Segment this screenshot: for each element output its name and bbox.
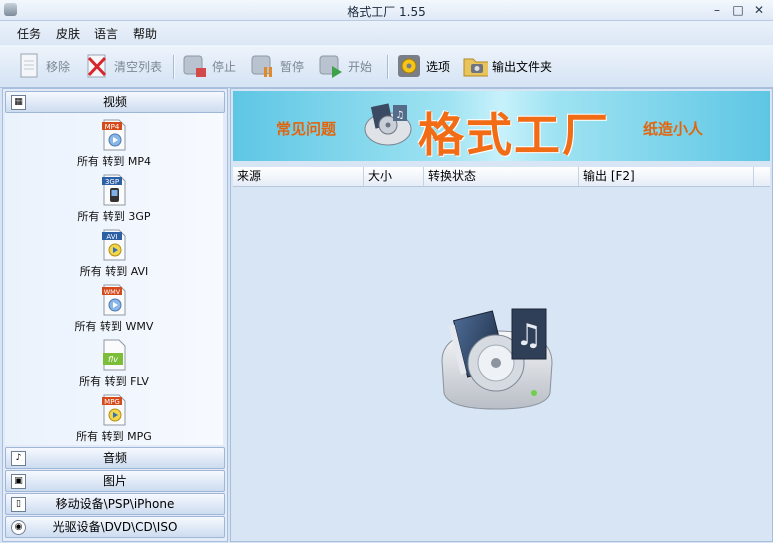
category-mobile-label: 移动设备\PSP\iPhone — [55, 497, 175, 511]
category-video[interactable]: ▦ 视频 — [5, 91, 225, 113]
picture-icon: ▣ — [11, 474, 26, 489]
format-factory-watermark-icon: ♫ — [434, 301, 564, 416]
music-note-icon: ♪ — [11, 451, 26, 466]
format-mpg-label: 所有 转到 MPG — [76, 430, 152, 443]
wmv-file-icon: WMV — [101, 284, 127, 316]
svg-text:MP4: MP4 — [105, 123, 120, 131]
start-button[interactable]: 开始 — [318, 51, 372, 81]
document-icon — [16, 53, 42, 79]
format-mp4-label: 所有 转到 MP4 — [76, 155, 152, 168]
task-table-header: 来源 大小 转换状态 输出 [F2] — [233, 167, 770, 187]
pause-icon — [250, 53, 276, 79]
format-flv[interactable]: flv 所有 转到 FLV — [5, 339, 223, 394]
title-bar: 格式工厂 1.55 – □ ✕ — [0, 0, 773, 21]
category-optical-label: 光驱设备\DVD\CD\ISO — [52, 520, 178, 534]
start-label: 开始 — [348, 59, 373, 74]
remove-button[interactable]: 移除 — [16, 51, 70, 81]
flv-file-icon: flv — [101, 339, 127, 371]
svg-text:3GP: 3GP — [105, 178, 119, 186]
3gp-file-icon: 3GP — [101, 174, 127, 206]
clear-list-label: 清空列表 — [114, 59, 163, 74]
toolbar: 移除 清空列表 停止 暂停 开始 选项 输出文件夹 — [0, 45, 773, 88]
category-video-label: 视频 — [102, 95, 127, 109]
output-folder-button[interactable]: 输出文件夹 — [462, 51, 552, 81]
video-format-list: MP4 所有 转到 MP4 3GP 所有 转到 3GP AVI 所有 转到 AV… — [5, 113, 223, 464]
menu-help[interactable]: 帮助 — [133, 25, 157, 42]
remove-label: 移除 — [46, 59, 71, 74]
minimize-button[interactable]: – — [708, 2, 726, 18]
window-title: 格式工厂 1.55 — [347, 5, 426, 19]
banner-title: 格式工厂 — [418, 108, 610, 162]
format-wmv-label: 所有 转到 WMV — [74, 320, 154, 333]
column-source[interactable]: 来源 — [233, 167, 364, 186]
banner: 常见问题 ♫ 格式工厂 纸造小人 — [233, 91, 770, 162]
format-avi-label: 所有 转到 AVI — [79, 265, 149, 278]
options-label: 选项 — [426, 59, 451, 74]
column-output[interactable]: 输出 [F2] — [579, 167, 754, 186]
faq-link[interactable]: 常见问题 — [276, 118, 336, 139]
svg-text:♫: ♫ — [396, 110, 405, 121]
svg-text:WMV: WMV — [104, 288, 121, 296]
format-3gp[interactable]: 3GP 所有 转到 3GP — [5, 174, 223, 229]
mpg-file-icon: MPG — [101, 394, 127, 426]
format-flv-label: 所有 转到 FLV — [79, 375, 149, 388]
output-folder-label: 输出文件夹 — [492, 59, 553, 74]
svg-text:MPG: MPG — [104, 398, 120, 406]
menu-language[interactable]: 语言 — [94, 25, 118, 42]
pause-label: 暂停 — [280, 59, 305, 74]
video-icon: ▦ — [11, 95, 26, 110]
category-audio-label: 音频 — [102, 451, 127, 465]
toolbar-separator — [387, 55, 389, 79]
stop-icon — [182, 53, 208, 79]
clear-list-button[interactable]: 清空列表 — [84, 51, 162, 81]
column-size[interactable]: 大小 — [364, 167, 424, 186]
maximize-button[interactable]: □ — [729, 2, 747, 18]
folder-icon — [462, 53, 488, 79]
disc-icon: ◉ — [11, 520, 26, 535]
svg-text:flv: flv — [108, 355, 118, 364]
svg-text:AVI: AVI — [106, 233, 117, 241]
main-panel: 常见问题 ♫ 格式工厂 纸造小人 来源 大小 转换状态 输出 [F2] ♫ — [230, 88, 773, 542]
format-wmv[interactable]: WMV 所有 转到 WMV — [5, 284, 223, 339]
category-audio[interactable]: ♪ 音频 — [5, 447, 225, 469]
avi-file-icon: AVI — [101, 229, 127, 261]
gear-icon — [396, 53, 422, 79]
category-optical[interactable]: ◉ 光驱设备\DVD\CD\ISO — [5, 516, 225, 538]
pause-button[interactable]: 暂停 — [250, 51, 304, 81]
start-icon — [318, 53, 344, 79]
toolbar-separator — [173, 55, 175, 79]
category-mobile[interactable]: ▯ 移动设备\PSP\iPhone — [5, 493, 225, 515]
mobile-device-icon: ▯ — [11, 497, 26, 512]
menu-task[interactable]: 任务 — [17, 25, 41, 42]
format-mpg[interactable]: MPG 所有 转到 MPG — [5, 394, 223, 449]
svg-text:♫: ♫ — [516, 318, 543, 353]
category-image-label: 图片 — [102, 474, 127, 488]
sidebar: ▦ 视频 MP4 所有 转到 MP4 3GP 所有 转到 3GP AVI 所有 … — [2, 88, 228, 542]
format-3gp-label: 所有 转到 3GP — [77, 210, 151, 223]
category-image[interactable]: ▣ 图片 — [5, 470, 225, 492]
options-button[interactable]: 选项 — [396, 51, 450, 81]
stop-button[interactable]: 停止 — [182, 51, 236, 81]
author-link[interactable]: 纸造小人 — [643, 118, 703, 139]
column-status[interactable]: 转换状态 — [424, 167, 579, 186]
close-button[interactable]: ✕ — [750, 2, 768, 18]
stop-label: 停止 — [212, 59, 237, 74]
clear-list-icon — [84, 53, 110, 79]
format-factory-logo-icon: ♫ — [363, 101, 413, 147]
menu-bar: 任务 皮肤 语言 帮助 — [0, 21, 773, 45]
format-mp4[interactable]: MP4 所有 转到 MP4 — [5, 119, 223, 174]
mp4-file-icon: MP4 — [101, 119, 127, 151]
menu-skin[interactable]: 皮肤 — [56, 25, 80, 42]
format-avi[interactable]: AVI 所有 转到 AVI — [5, 229, 223, 284]
